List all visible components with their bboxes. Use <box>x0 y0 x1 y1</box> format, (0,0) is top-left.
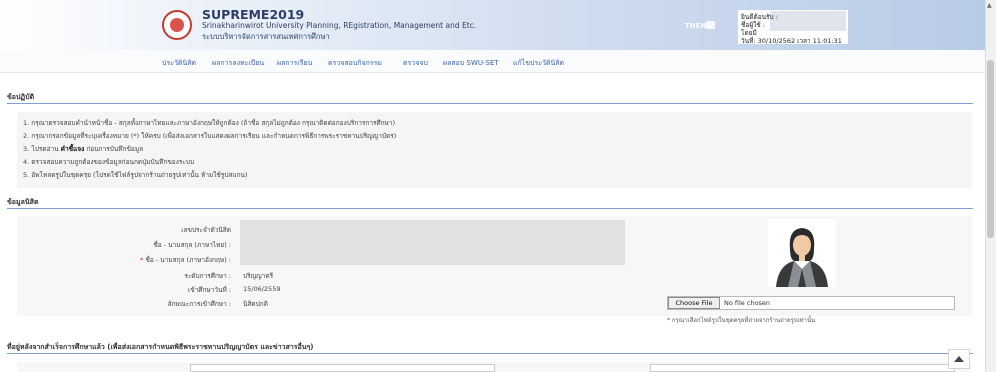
required-mark: * <box>140 256 144 264</box>
rule-item-3-emphasis[interactable]: คำชี้แจง <box>61 145 85 153</box>
address-field-2[interactable] <box>650 364 955 372</box>
graduate-avatar-icon <box>768 219 836 287</box>
app-subtitle-thai: ระบบบริหารจัดการสารสนเทศการศึกษา <box>202 32 330 41</box>
user-datetime: วันที่: 30/10/2562 เวลา 11:01:31 <box>741 37 842 45</box>
rules-section-title: ข้อปฏิบัติ <box>7 93 35 101</box>
user-name-redaction <box>770 11 846 31</box>
rule-item-5: 5. อัพโหลดรูปในชุดครุย (โปรดใช้ไฟล์รูปจา… <box>23 171 248 179</box>
address-section-title: ที่อยู่หลังจากสำเร็จการศึกษาแล้ว (เพื่อส… <box>7 343 314 351</box>
rule-item-3-tail: ก่อนการบันทึกข้อมูล <box>84 145 144 153</box>
back-to-top-button[interactable] <box>948 349 970 369</box>
nav-edit-profile[interactable]: แก้ไขประวัตินิสิต <box>513 58 564 69</box>
entry-type-label: ลักษณะการเข้าศึกษา : <box>167 300 231 308</box>
nav-graduation-check[interactable]: ตรวจจบ <box>403 58 428 69</box>
student-id-label: เลขประจำตัวนิสิต <box>181 226 231 234</box>
education-level-value: ปริญญาตรี <box>243 272 274 280</box>
nav-student-profile[interactable]: ประวัตินิสิต <box>162 58 196 69</box>
choose-file-button[interactable]: Choose File <box>668 297 720 309</box>
rule-item-3: 3. โปรดอ่าน คำชี้แจง ก่อนการบันทึกข้อมูล <box>23 144 143 154</box>
scroll-up-arrow-icon[interactable]: ▲ <box>987 2 992 9</box>
entry-type-value: นิสิตปกติ <box>243 300 268 308</box>
rule-item-2: 2. กรุณากรอกข้อมูลที่ระบุเครื่องหมาย (*)… <box>23 132 397 140</box>
rules-divider <box>7 103 973 104</box>
language-flag-icon[interactable] <box>706 21 715 29</box>
address-field-1[interactable] <box>190 364 495 372</box>
rule-item-1: 1. กรุณาตรวจสอบคำนำหน้าชื่อ - สกุลทั้งภา… <box>23 119 396 127</box>
nav-activities-check[interactable]: ตรวจสอบกิจกรรม <box>328 58 382 69</box>
nav-grades[interactable]: ผลการเรียน <box>277 58 312 69</box>
student-identity-redaction <box>240 220 625 265</box>
graduation-photo-avatar <box>768 219 836 287</box>
photo-upload-hint: * กรุณาเลือกไฟล์รูปในชุดครุยที่ถ่ายจากร้… <box>667 317 816 324</box>
nav-registration-results[interactable]: ผลการลงทะเบียน <box>212 58 264 69</box>
file-status-text: No file chosen <box>724 299 771 307</box>
rule-item-4: 4. ตรวจสอบความถูกต้องของข้อมูลก่อนกดปุ่ม… <box>23 158 195 166</box>
name-english-label: * ชื่อ - นามสกุล (ภาษาอังกฤษ) : <box>140 255 231 265</box>
entry-date-value: 15/06/2559 <box>243 285 281 293</box>
language-switch[interactable]: THEN <box>685 22 706 30</box>
education-level-label: ระดับการศึกษา : <box>184 272 231 280</box>
rule-item-3-text: 3. โปรดอ่าน <box>23 145 61 153</box>
address-divider <box>7 353 973 354</box>
nav-swu-set-results[interactable]: ผลสอบ SWU-SET <box>443 58 499 69</box>
entry-date-label: เข้าศึกษาวันที่ : <box>188 286 231 294</box>
app-title: SUPREME2019 <box>202 7 305 22</box>
name-english-label-text: ชื่อ - นามสกุล (ภาษาอังกฤษ) : <box>145 256 231 264</box>
scrollbar-thumb[interactable] <box>987 60 994 238</box>
app-subtitle: Srinakharinwirot University Planning, RE… <box>202 21 477 30</box>
student-divider <box>7 208 973 209</box>
university-logo <box>162 10 192 40</box>
student-section-title: ข้อมูลนิสิต <box>7 198 39 206</box>
name-thai-label: ชื่อ - นามสกุล (ภาษาไทย) : <box>153 241 231 249</box>
